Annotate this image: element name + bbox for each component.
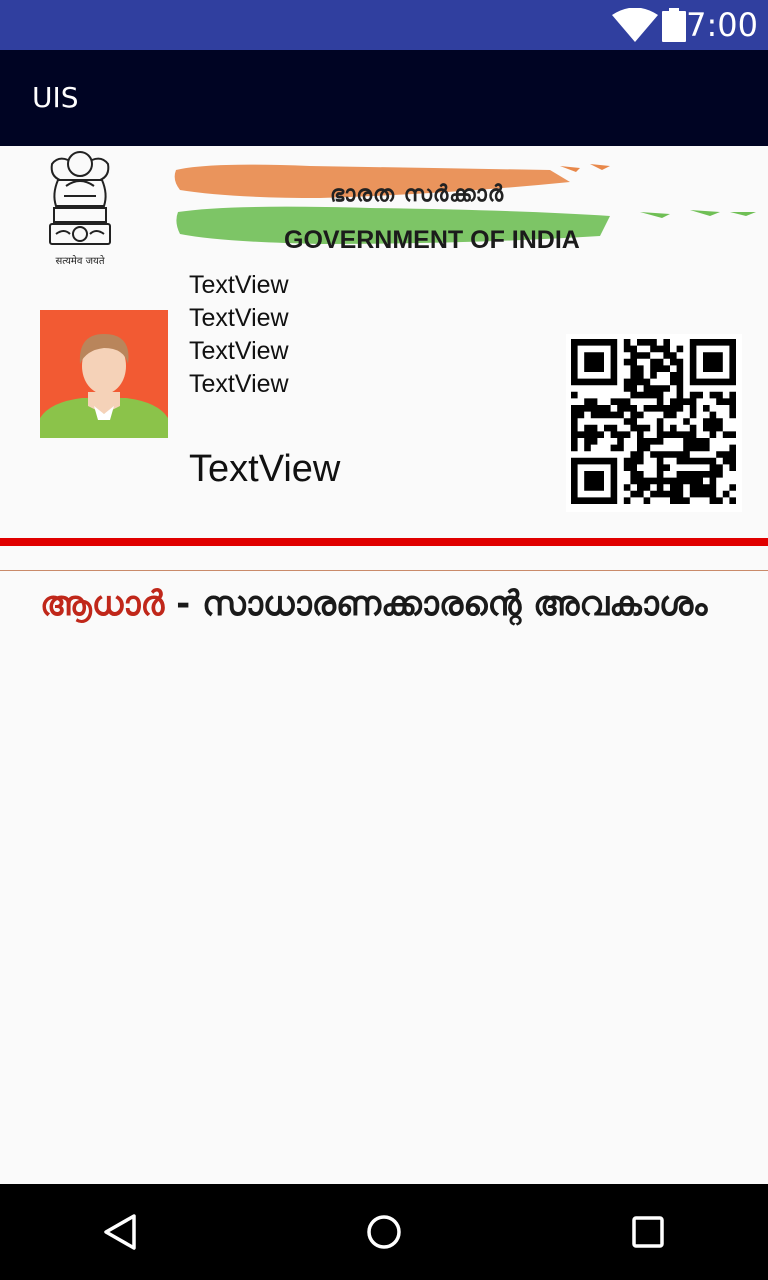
- slogan-aadhaar: ആധാർ: [40, 584, 165, 624]
- text-view-1: TextView: [189, 271, 289, 299]
- government-banner: ഭാരത സർക്കാർ GOVERNMENT OF INDIA: [170, 160, 760, 256]
- user-photo: [40, 310, 168, 438]
- banner-malayalam: ഭാരത സർക്കാർ: [330, 182, 505, 207]
- back-icon[interactable]: [100, 1212, 140, 1252]
- banner-english: GOVERNMENT OF INDIA: [284, 226, 580, 254]
- status-time: 7:00: [686, 6, 758, 44]
- national-emblem-icon: सत्यमेव जयते: [49, 151, 111, 267]
- qr-code: [566, 334, 742, 512]
- text-view-2: TextView: [189, 304, 289, 332]
- text-view-large: TextView: [189, 448, 341, 490]
- slogan: ആധാർ - സാധാരണക്കാരന്റെ അവകാശം: [40, 576, 760, 632]
- qr-code-icon: [571, 339, 736, 504]
- aadhaar-card: सत्यमेव जयते ഭാരത സർക്കാർ GOVERNMENT OF …: [0, 146, 768, 1184]
- emblem-caption: सत्यमेव जयते: [55, 255, 104, 267]
- app-title: UIS: [32, 81, 79, 114]
- red-divider: [0, 538, 768, 546]
- slogan-separator: -: [164, 584, 203, 624]
- text-view-4: TextView: [189, 370, 289, 398]
- user-avatar-icon: [40, 310, 168, 438]
- wifi-icon: [612, 8, 658, 42]
- recents-icon[interactable]: [628, 1212, 668, 1252]
- slogan-text: സാധാരണക്കാരന്റെ അവകാശം: [202, 584, 708, 624]
- thin-divider: [0, 570, 768, 571]
- app-bar: UIS: [0, 50, 768, 146]
- status-bar: 7:00: [0, 0, 768, 50]
- text-view-3: TextView: [189, 337, 289, 365]
- navigation-bar: [0, 1184, 768, 1280]
- battery-icon: [662, 8, 686, 42]
- home-icon[interactable]: [364, 1212, 404, 1252]
- qr-modules: [571, 339, 736, 504]
